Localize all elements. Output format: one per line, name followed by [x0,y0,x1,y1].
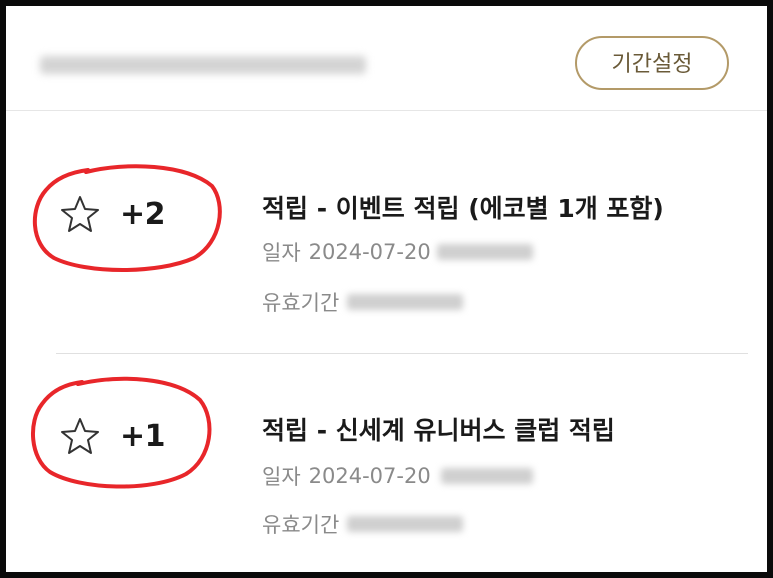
item-title: 적립 - 이벤트 적립 (에코별 1개 포함) [262,194,664,223]
date-value: 2024-07-20 [308,240,431,264]
expiry-label: 유효기간 [262,513,340,537]
date-value: 2024-07-20 [308,464,431,488]
item-expiry: 유효기간 [262,509,464,539]
points-badge: +2 [60,195,166,233]
history-list-item: +1 적립 - 신세계 유니버스 클럽 적립 일자 2024-07-20 유효기… [6,355,767,572]
blurred-time [440,468,533,484]
points-amount: +2 [120,196,166,232]
item-expiry: 유효기간 [262,287,464,317]
expiry-label: 유효기간 [262,291,340,315]
points-history-panel: 기간설정 +2 적립 - 이벤트 적립 (에코별 1개 포함) 일자 2024-… [6,6,767,572]
history-list-item: +2 적립 - 이벤트 적립 (에코별 1개 포함) 일자 2024-07-20… [6,111,767,354]
history-header: 기간설정 [6,6,767,111]
list-divider [56,353,748,354]
item-date: 일자 2024-07-20 [262,461,533,491]
star-outline-icon [61,418,99,454]
item-date: 일자 2024-07-20 [262,237,533,267]
period-setting-button[interactable]: 기간설정 [575,36,729,90]
star-outline-icon [61,196,99,232]
blurred-expiry-date [347,516,464,532]
points-badge: +1 [60,417,166,455]
item-title: 적립 - 신세계 유니버스 클럽 적립 [262,416,615,445]
blurred-date-range [40,56,366,74]
blurred-expiry-date [347,294,464,310]
date-label: 일자 [262,465,301,489]
points-amount: +1 [120,418,166,454]
blurred-time [436,244,533,260]
date-label: 일자 [262,241,301,265]
